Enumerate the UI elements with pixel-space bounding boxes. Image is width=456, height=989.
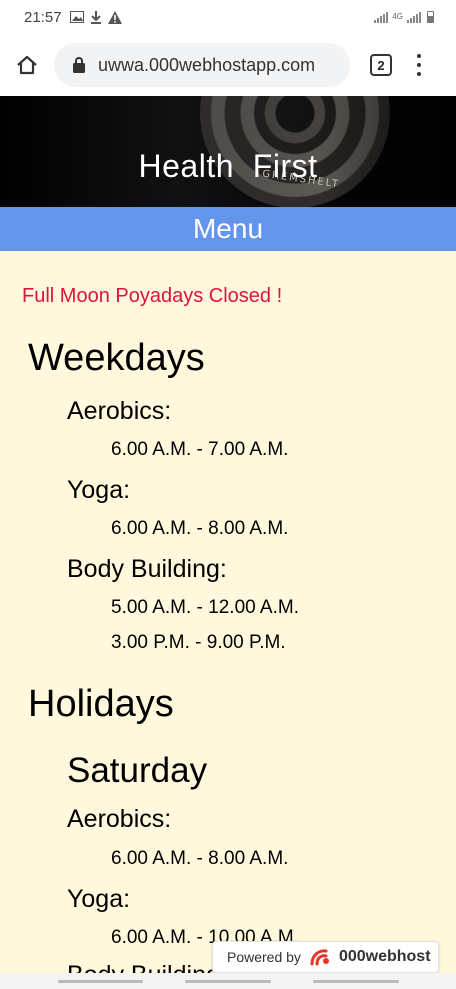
download-icon (90, 10, 101, 24)
powered-by-label: Powered by (227, 949, 301, 965)
saturday-aerobics-label: Aerobics: (67, 805, 172, 833)
nav-home-indicator[interactable] (185, 980, 271, 983)
network-type-label: 4G (392, 12, 403, 21)
weekdays-aerobics-time: 6.00 A.M. - 7.00 A.M. (111, 439, 289, 460)
status-time: 21:57 (24, 8, 62, 26)
nav-recents-indicator[interactable] (313, 980, 399, 983)
image-icon (69, 11, 84, 23)
home-button[interactable] (0, 43, 54, 87)
signal-icon-2 (407, 11, 421, 23)
signal-icon (374, 11, 389, 23)
status-bar: 21:57 4G (0, 0, 456, 34)
000webhost-logo-icon (310, 949, 329, 966)
holidays-heading: Holidays (28, 683, 174, 725)
lock-icon (72, 57, 86, 73)
site-title: Health First (138, 148, 318, 184)
weekdays-body-building-time-2: 3.00 P.M. - 9.00 P.M. (111, 632, 286, 653)
browser-toolbar: uwwa.000webhostapp.com 2 (0, 34, 456, 96)
weekdays-body-building-label: Body Building: (67, 555, 227, 583)
address-bar[interactable]: uwwa.000webhostapp.com (54, 43, 350, 87)
saturday-yoga-label: Yoga: (67, 885, 131, 913)
schedule-content: Full Moon Poyadays Closed ! Weekdays Aer… (0, 251, 456, 989)
saturday-aerobics-time: 6.00 A.M. - 8.00 A.M. (111, 848, 289, 869)
powered-by-badge[interactable]: Powered by 000webhost (212, 941, 439, 973)
closure-notice: Full Moon Poyadays Closed ! (22, 285, 283, 307)
warning-icon (107, 10, 122, 24)
home-icon (17, 55, 37, 75)
weekdays-body-building-time-1: 5.00 A.M. - 12.00 A.M. (111, 597, 299, 618)
weekdays-yoga-time: 6.00 A.M. - 8.00 A.M. (111, 518, 289, 539)
battery-icon (427, 11, 434, 23)
system-nav-bar (0, 973, 456, 989)
weekdays-yoga-label: Yoga: (67, 476, 131, 504)
url-text: uwwa.000webhostapp.com (98, 54, 316, 75)
overflow-menu-icon[interactable] (414, 54, 424, 76)
weekdays-heading: Weekdays (28, 337, 205, 379)
menu-button[interactable]: Menu (0, 207, 456, 251)
saturday-heading: Saturday (67, 751, 208, 790)
tab-switcher-button[interactable]: 2 (370, 54, 392, 76)
nav-back-indicator[interactable] (58, 980, 143, 983)
weekdays-aerobics-label: Aerobics: (67, 397, 172, 425)
000webhost-brand: 000webhost (338, 948, 431, 965)
